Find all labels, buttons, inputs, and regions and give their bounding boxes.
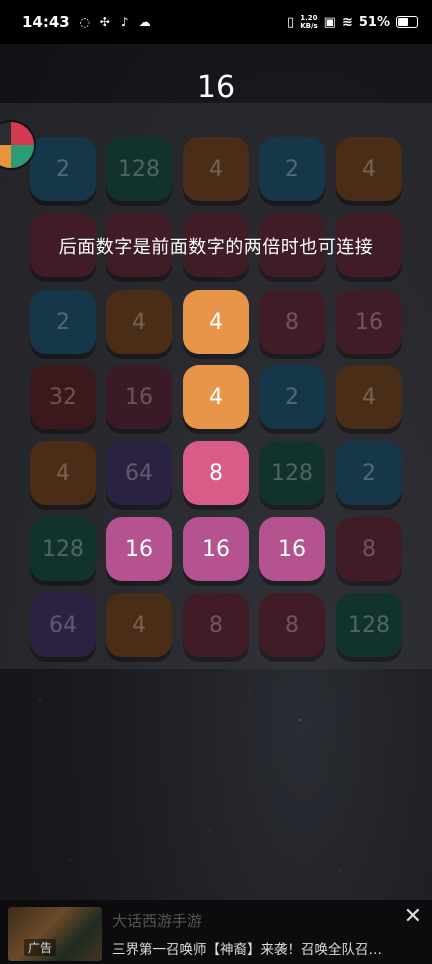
cloud-icon: ☁ xyxy=(138,15,151,29)
grid-tile[interactable]: 4 xyxy=(106,593,172,657)
grid-tile[interactable]: 8 xyxy=(336,517,402,581)
grid-tile[interactable]: 4 xyxy=(30,441,96,505)
game-board: 2 128 4 2 4 2 4 4 8 16 32 16 4 2 4 4 64 8 128 2 128 16 16 16 8 64… xyxy=(0,103,432,669)
grid-tile[interactable]: 2 xyxy=(30,137,96,201)
grid-tile[interactable]: 32 xyxy=(30,365,96,429)
grid-tile[interactable]: 64 xyxy=(30,593,96,657)
grid-tile[interactable]: 8 xyxy=(259,290,325,354)
net-speed-unit: KB/s xyxy=(300,22,318,30)
grid-tile[interactable]: 2 xyxy=(259,365,325,429)
score: 16 xyxy=(196,70,236,105)
grid-tile[interactable]: 8 xyxy=(259,593,325,657)
fan-icon: ✣ xyxy=(99,15,110,29)
tiktok-icon: ♪ xyxy=(120,15,129,29)
status-time: 14:43 xyxy=(22,13,70,31)
hint-text: 后面数字是前面数字的两倍时也可连接 xyxy=(58,237,374,258)
ad-description[interactable]: 三界第一召唤师【神裔】来袭！召唤全队召… xyxy=(112,938,392,958)
grid-tile[interactable]: 128 xyxy=(30,517,96,581)
grid-tile[interactable]: 2 xyxy=(30,290,96,354)
grid-tile[interactable]: 2 xyxy=(336,441,402,505)
grid-tile[interactable]: 128 xyxy=(336,593,402,657)
grid-tile[interactable]: 16 xyxy=(106,365,172,429)
grid-tile[interactable]: 4 xyxy=(336,365,402,429)
status-bar: 14:43 ◌ ✣ ♪ ☁ ▯ 1.20 KB/s ▣ ≋ 51% xyxy=(0,0,432,44)
ad-banner[interactable]: 广告 大话西游手游 三界第一召唤师【神裔】来袭！召唤全队召… ✕ xyxy=(0,900,432,964)
close-icon[interactable]: ✕ xyxy=(404,904,422,929)
grid-tile[interactable]: 128 xyxy=(106,137,172,201)
grid-tile[interactable]: 2 xyxy=(259,137,325,201)
battery-percent: 51% xyxy=(358,14,390,30)
grid-tile[interactable]: 4 xyxy=(183,290,249,354)
wifi-icon: ≋ xyxy=(341,14,353,30)
vibrate-icon: ▯ xyxy=(287,14,295,30)
grid-tile[interactable]: 64 xyxy=(106,441,172,505)
sim-icon: ▣ xyxy=(323,14,336,30)
battery-icon xyxy=(396,16,418,28)
grid-tile[interactable]: 4 xyxy=(183,365,249,429)
grid-tile[interactable]: 128 xyxy=(259,441,325,505)
grid-tile[interactable]: 8 xyxy=(183,593,249,657)
grid-tile[interactable]: 4 xyxy=(106,290,172,354)
grid-tile[interactable]: 16 xyxy=(183,517,249,581)
status-right: ▯ 1.20 KB/s ▣ ≋ 51% xyxy=(287,14,418,30)
grid-tile[interactable]: 4 xyxy=(183,137,249,201)
grid-tile[interactable]: 16 xyxy=(106,517,172,581)
grid-tile[interactable]: 4 xyxy=(336,137,402,201)
ad-tag: 广告 xyxy=(24,939,57,956)
grid-tile[interactable]: 16 xyxy=(336,290,402,354)
grid-tile[interactable]: 16 xyxy=(259,517,325,581)
sync-icon: ◌ xyxy=(79,15,90,29)
ad-title[interactable]: 大话西游手游 xyxy=(112,910,202,931)
net-speed: 1.20 KB/s xyxy=(300,14,317,30)
grid-tile[interactable]: 8 xyxy=(183,441,249,505)
net-speed-value: 1.20 xyxy=(300,14,318,22)
